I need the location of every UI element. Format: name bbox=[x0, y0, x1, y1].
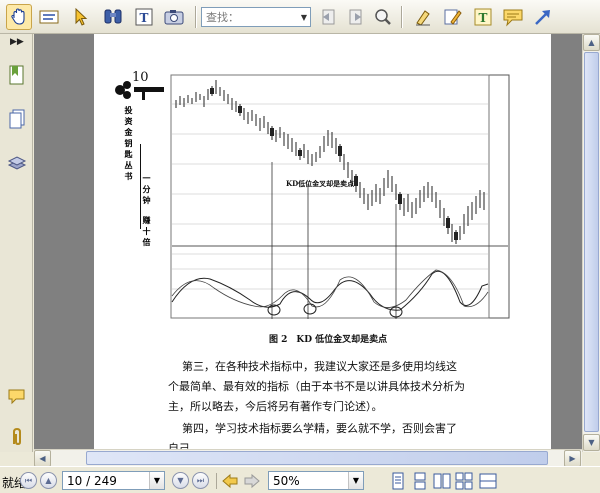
highlight-icon bbox=[416, 10, 430, 26]
zoom-input[interactable]: 50% ▼ bbox=[268, 471, 364, 490]
layers-tab[interactable] bbox=[4, 150, 29, 176]
select-text-icon bbox=[39, 10, 59, 24]
scroll-down-icon[interactable]: ▼ bbox=[583, 434, 600, 451]
split-view-icon bbox=[479, 473, 497, 489]
layers-icon bbox=[7, 156, 26, 170]
expand-panel-icon[interactable]: ▶▶ bbox=[10, 37, 24, 47]
chevron-down-icon[interactable]: ▼ bbox=[149, 472, 164, 489]
attachments-tab[interactable] bbox=[4, 424, 29, 450]
side-divider bbox=[140, 144, 141, 229]
chevron-down-icon[interactable]: ▼ bbox=[298, 8, 310, 26]
hand-tool-icon bbox=[11, 8, 25, 25]
continuous-facing-view-button[interactable] bbox=[454, 471, 474, 491]
textbox-button[interactable]: T bbox=[470, 4, 496, 30]
next-page-icon[interactable]: ▼ bbox=[172, 472, 189, 489]
forward-arrow-icon bbox=[244, 473, 260, 489]
paragraph-line: 自己。 bbox=[168, 442, 201, 449]
single-page-icon bbox=[392, 472, 404, 490]
textbox-icon: T bbox=[474, 8, 492, 26]
prev-result-icon bbox=[322, 9, 335, 25]
pages-tab[interactable] bbox=[4, 106, 29, 132]
paperclip-icon bbox=[12, 427, 21, 446]
vertical-scroll-thumb[interactable] bbox=[584, 52, 599, 432]
series-title: 投资金钥匙丛书 bbox=[124, 106, 134, 183]
horizontal-scrollbar[interactable]: ◀ ▶ bbox=[34, 449, 582, 467]
scroll-up-icon[interactable]: ▲ bbox=[583, 34, 600, 51]
pdf-page: 10 投资金钥匙丛书 一分钟 赚十倍 KD低位金叉却是卖点 图 2 KD 低位金… bbox=[94, 34, 551, 449]
arrow-icon bbox=[535, 10, 550, 25]
note-edit-button[interactable] bbox=[439, 4, 465, 30]
svg-text:T: T bbox=[140, 11, 149, 25]
page-number-value: 10 / 249 bbox=[67, 474, 117, 488]
paragraph-line: 第三，在各种技术指标中，我建议大家还是多使用均线这 bbox=[182, 360, 457, 373]
find-button[interactable] bbox=[100, 4, 126, 30]
last-page-icon[interactable]: ⏭ bbox=[192, 472, 209, 489]
note-edit-icon bbox=[444, 9, 462, 25]
arrow-button[interactable] bbox=[530, 4, 556, 30]
scroll-left-icon[interactable]: ◀ bbox=[34, 450, 51, 467]
text-tool-button[interactable]: T bbox=[131, 4, 157, 30]
chart-annotation: KD低位金叉却是卖点 bbox=[286, 179, 355, 188]
scroll-right-icon[interactable]: ▶ bbox=[564, 450, 581, 467]
text-tool-icon: T bbox=[135, 8, 153, 26]
pointer-icon bbox=[75, 7, 88, 26]
next-result-button[interactable] bbox=[343, 4, 369, 30]
pages-icon bbox=[9, 109, 24, 129]
hand-tool-button[interactable] bbox=[6, 4, 32, 30]
snapshot-button[interactable] bbox=[161, 4, 187, 30]
search-zoom-icon bbox=[375, 9, 391, 25]
document-view[interactable]: 10 投资金钥匙丛书 一分钟 赚十倍 KD低位金叉却是卖点 图 2 KD 低位金… bbox=[34, 34, 582, 449]
svg-text:T: T bbox=[479, 11, 488, 25]
grid-pages-icon bbox=[455, 472, 473, 490]
page-number-input[interactable]: 10 / 249 ▼ bbox=[62, 471, 165, 490]
facing-pages-icon bbox=[433, 473, 451, 489]
back-button[interactable] bbox=[220, 471, 240, 491]
paragraph-line: 主，所以略去，今后将另有著作专门论述）。 bbox=[168, 400, 383, 413]
page-number: 10 bbox=[132, 70, 149, 85]
select-text-button[interactable] bbox=[36, 4, 62, 30]
figure-caption: 图 2 KD 低位金叉却是卖点 bbox=[269, 335, 388, 345]
snapshot-icon bbox=[164, 10, 184, 25]
toolbar: T 查找： ▼ T bbox=[0, 0, 600, 34]
side-subtitle-2: 赚十倍 bbox=[142, 216, 152, 249]
find-input-placeholder: 查找： bbox=[206, 11, 239, 24]
pointer-button[interactable] bbox=[68, 4, 94, 30]
stock-chart-figure bbox=[170, 74, 510, 319]
highlight-button[interactable] bbox=[410, 4, 436, 30]
zoom-value: 50% bbox=[273, 474, 300, 488]
paragraph-line: 个最简单、最有效的指标（由于本书不是以讲具体技术分析为 bbox=[168, 380, 465, 393]
toolbar-separator bbox=[195, 6, 196, 28]
status-bar: 就绪 ⏮ ▲ 10 / 249 ▼ ▼ ⏭ 50% ▼ bbox=[0, 466, 600, 493]
comment-button[interactable] bbox=[500, 4, 526, 30]
comment-icon bbox=[503, 9, 523, 27]
toolbar-separator bbox=[401, 6, 402, 28]
vertical-scrollbar[interactable]: ▲ ▼ bbox=[582, 34, 600, 452]
next-result-icon bbox=[349, 9, 362, 25]
single-page-view-button[interactable] bbox=[388, 471, 408, 491]
find-icon bbox=[104, 9, 122, 24]
continuous-page-icon bbox=[414, 472, 426, 490]
paragraph-line: 第四，学习技术指标要么学精，要么就不学，否则会害了 bbox=[182, 422, 457, 435]
prev-result-button[interactable] bbox=[315, 4, 341, 30]
prev-page-icon[interactable]: ▲ bbox=[40, 472, 57, 489]
left-panel: ▶▶ bbox=[0, 34, 33, 452]
back-arrow-icon bbox=[222, 473, 238, 489]
facing-view-button[interactable] bbox=[432, 471, 452, 491]
status-separator bbox=[216, 473, 217, 489]
comments-tab[interactable] bbox=[4, 384, 29, 410]
bookmark-icon bbox=[9, 65, 23, 85]
forward-button[interactable] bbox=[242, 471, 262, 491]
find-input[interactable]: 查找： ▼ bbox=[201, 7, 311, 27]
comments-icon bbox=[8, 389, 24, 405]
split-view-button[interactable] bbox=[478, 471, 498, 491]
chevron-down-icon[interactable]: ▼ bbox=[348, 472, 363, 489]
search-zoom-button[interactable] bbox=[370, 4, 396, 30]
first-page-icon[interactable]: ⏮ bbox=[20, 472, 37, 489]
bookmarks-tab[interactable] bbox=[4, 62, 29, 88]
continuous-view-button[interactable] bbox=[410, 471, 430, 491]
side-subtitle-1: 一分钟 bbox=[142, 174, 152, 207]
horizontal-scroll-thumb[interactable] bbox=[86, 451, 548, 465]
